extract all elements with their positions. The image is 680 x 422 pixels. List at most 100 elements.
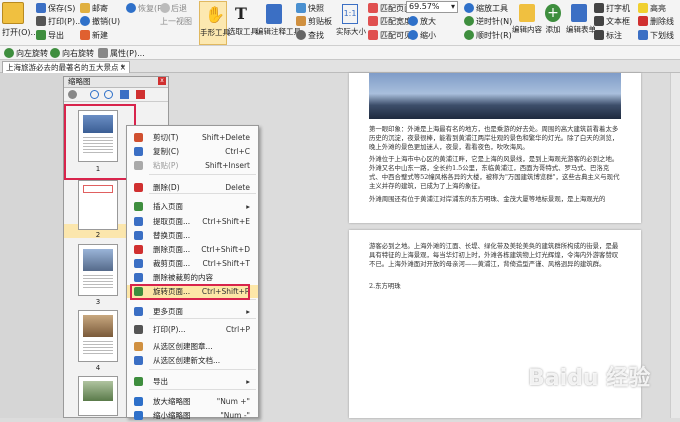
- prev-view-button[interactable]: 上一视图: [160, 16, 192, 27]
- new-doc-icon: [134, 356, 143, 365]
- menu-item[interactable]: 提取页面... Ctrl+Shift+E: [127, 215, 258, 228]
- menu-item[interactable]: 删除页面... Ctrl+Shift+D: [127, 243, 258, 256]
- menu-item-shortcut: "Num +": [216, 397, 250, 406]
- paragraph-3: 外滩周围还有位于黄浦江对岸浦东的东方明珠、金茂大厦等地标景观，是上海观光的: [369, 195, 606, 203]
- zoom-in-button[interactable]: 放大: [420, 16, 436, 27]
- menu-item[interactable]: 剪切(T) Shift+Delete: [127, 131, 258, 144]
- open-button[interactable]: 打开(O)...: [2, 27, 38, 38]
- edit-form-button[interactable]: 编辑表单: [566, 1, 596, 45]
- add-button[interactable]: + 添加: [542, 1, 564, 45]
- typewriter-icon[interactable]: [594, 3, 604, 13]
- fit-page-icon[interactable]: [368, 3, 378, 13]
- menu-item[interactable]: 复制(C) Ctrl+C: [127, 145, 258, 158]
- document-tab[interactable]: 上海旅游必去的最著名的五大景点 * ×: [2, 61, 130, 73]
- menu-item[interactable]: 更多页面 ▸: [127, 305, 258, 318]
- menu-item[interactable]: 删除被裁剪的内容: [127, 271, 258, 284]
- undo-icon[interactable]: [80, 16, 90, 26]
- camera-icon[interactable]: [296, 3, 306, 13]
- properties-icon[interactable]: [98, 48, 108, 58]
- rotate-left-view-button[interactable]: 向左旋转: [16, 48, 48, 59]
- menu-item[interactable]: 放大缩略图 "Num +": [127, 395, 258, 408]
- new-button[interactable]: 新建: [92, 30, 108, 41]
- save-icon[interactable]: [36, 3, 46, 13]
- menu-item[interactable]: 缩小缩略图 "Num -": [127, 409, 258, 422]
- textbox-button[interactable]: 文本框: [606, 16, 630, 27]
- fit-visible-icon[interactable]: [368, 30, 378, 40]
- strikeout-icon[interactable]: [638, 16, 648, 26]
- thumb-text: [83, 275, 113, 289]
- callout-icon[interactable]: [594, 30, 604, 40]
- textbox-icon[interactable]: [594, 16, 604, 26]
- thumbnail-page-2[interactable]: [78, 180, 118, 230]
- mark-button[interactable]: 标注: [606, 30, 622, 41]
- hand-tool-button[interactable]: ✋ 手形工具: [199, 1, 230, 45]
- export-icon: [134, 377, 143, 386]
- delete-icon: [134, 183, 143, 192]
- find-icon[interactable]: [296, 30, 306, 40]
- rotate-ccw-button[interactable]: 逆时针(N): [476, 16, 512, 27]
- highlight-icon[interactable]: [638, 3, 648, 13]
- underline-icon[interactable]: [638, 30, 648, 40]
- highlight-box-rotate: [130, 284, 250, 300]
- clipboard-button[interactable]: 剪贴板: [308, 16, 332, 27]
- menu-item[interactable]: 替换页面...: [127, 229, 258, 242]
- zoom-in-icon[interactable]: [408, 16, 418, 26]
- zoom-tool-button[interactable]: 缩放工具: [476, 3, 508, 14]
- typewriter-button[interactable]: 打字机: [606, 3, 630, 14]
- save-button[interactable]: 保存(S): [48, 3, 75, 14]
- rotate-cw-button[interactable]: 顺时针(R): [476, 30, 512, 41]
- actual-size-button[interactable]: 1:1 实际大小: [336, 1, 366, 45]
- strikeout-button[interactable]: 删除线: [650, 16, 674, 27]
- properties-button[interactable]: 属性(P)...: [110, 48, 145, 59]
- page-options-icon[interactable]: [120, 90, 129, 99]
- highlight-button[interactable]: 高亮: [650, 3, 666, 14]
- delete-page-icon[interactable]: [136, 90, 145, 99]
- gear-icon[interactable]: [68, 90, 77, 99]
- find-button[interactable]: 查找: [308, 30, 324, 41]
- zoom-select[interactable]: 69.57% ▾: [406, 1, 458, 13]
- print-button[interactable]: 打印(P)...: [48, 16, 83, 27]
- back-icon[interactable]: [160, 3, 170, 13]
- email-button[interactable]: 邮寄: [92, 3, 108, 14]
- menu-item[interactable]: 导出 ▸: [127, 375, 258, 388]
- edit-content-button[interactable]: 编辑内容: [512, 1, 542, 45]
- rotate-left-icon[interactable]: [4, 48, 14, 58]
- rotate-ccw-icon[interactable]: [464, 16, 474, 26]
- undo-button[interactable]: 撤销(U): [92, 16, 120, 27]
- edit-comment-button[interactable]: 编辑注释工具: [256, 1, 301, 45]
- redo-icon[interactable]: [126, 3, 136, 13]
- fit-width-icon[interactable]: [368, 16, 378, 26]
- close-tab-icon[interactable]: ×: [120, 62, 126, 73]
- panel-close-icon[interactable]: x: [158, 77, 166, 85]
- menu-item[interactable]: 插入页面 ▸: [127, 200, 258, 213]
- zoom-in-thumb-icon[interactable]: [90, 90, 99, 99]
- menu-item[interactable]: 打印(P)... Ctrl+P: [127, 323, 258, 336]
- menu-item[interactable]: 从选区创建新文档...: [127, 354, 258, 367]
- menu-item[interactable]: 从选区创建图章...: [127, 340, 258, 353]
- rotate-cw-icon[interactable]: [464, 30, 474, 40]
- zoom-out-thumb-icon[interactable]: [104, 90, 113, 99]
- export-icon[interactable]: [36, 30, 46, 40]
- zoom-out-icon[interactable]: [408, 30, 418, 40]
- menu-item[interactable]: 删除(D) Delete: [127, 181, 258, 194]
- back-button[interactable]: 后退: [171, 3, 187, 14]
- print-icon[interactable]: [36, 16, 46, 26]
- zoom-out-button[interactable]: 缩小: [420, 30, 436, 41]
- vertical-scrollbar[interactable]: [670, 73, 680, 418]
- export-button[interactable]: 导出: [48, 30, 64, 41]
- rotate-right-view-button[interactable]: 向右旋转: [62, 48, 94, 59]
- clipboard-icon[interactable]: [296, 16, 306, 26]
- thumbnail-page-3[interactable]: [78, 244, 118, 296]
- rotate-right-icon[interactable]: [50, 48, 60, 58]
- zoom-tool-icon[interactable]: [464, 3, 474, 13]
- new-icon[interactable]: [80, 30, 90, 40]
- snapshot-button[interactable]: 快照: [308, 3, 324, 14]
- menu-item[interactable]: 裁剪页面... Ctrl+Shift+T: [127, 257, 258, 270]
- menu-item[interactable]: 粘贴(P) Shift+Insert: [127, 159, 258, 172]
- email-icon[interactable]: [80, 3, 90, 13]
- select-text-button[interactable]: T 选取工具: [228, 1, 258, 45]
- folder-icon[interactable]: [2, 2, 24, 24]
- thumbnail-page-5[interactable]: [78, 376, 118, 416]
- thumbnail-page-4[interactable]: [78, 310, 118, 362]
- underline-button[interactable]: 下划线: [650, 30, 674, 41]
